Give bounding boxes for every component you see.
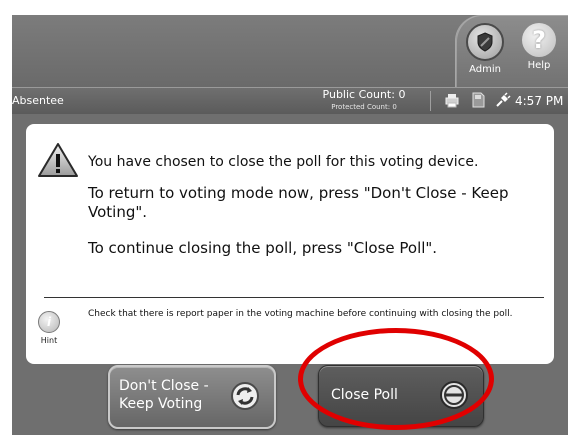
hint-indicator: i Hint (34, 311, 64, 345)
admin-label: Admin (469, 64, 501, 75)
refresh-icon (230, 381, 260, 415)
dialog-divider (44, 297, 544, 298)
clock-time: 4:57 PM (515, 94, 564, 108)
message-return-voting: To return to voting mode now, press "Don… (88, 184, 509, 221)
memory-card-icon (470, 92, 486, 112)
voting-device-screen: Admin ? Help Absentee Public Count: 0 Pr… (12, 15, 568, 435)
dont-close-keep-voting-button[interactable]: Don't Close - Keep Voting (108, 365, 276, 429)
status-bar: Absentee Public Count: 0 Protected Count… (12, 87, 568, 114)
hint-text: Check that there is report paper in the … (88, 309, 513, 319)
help-icon: ? (522, 23, 556, 57)
count-display: Public Count: 0 Protected Count: 0 (308, 89, 420, 113)
top-tab-cluster: Admin ? Help (455, 15, 568, 87)
dont-close-label: Don't Close - Keep Voting (119, 377, 209, 413)
public-count: Public Count: 0 (322, 88, 406, 101)
close-poll-label: Close Poll (331, 387, 398, 403)
printer-icon (444, 92, 460, 112)
top-bar: Admin ? Help (12, 15, 568, 87)
shield-icon (466, 23, 504, 61)
warning-icon (37, 142, 79, 182)
voting-mode-label: Absentee (12, 94, 64, 107)
message-close-poll: You have chosen to close the poll for th… (88, 154, 479, 170)
close-poll-button[interactable]: Close Poll (318, 365, 484, 427)
help-label: Help (527, 60, 551, 71)
dont-close-label-line1: Don't Close - (119, 378, 209, 394)
minus-circle-icon (439, 380, 469, 414)
close-poll-dialog: You have chosen to close the poll for th… (26, 124, 554, 364)
protected-count: Protected Count: 0 (331, 103, 397, 111)
help-button[interactable]: ? Help (512, 21, 566, 83)
help-glyph: ? (532, 26, 546, 54)
status-divider (430, 91, 431, 111)
info-icon: i (38, 311, 60, 333)
hint-label: Hint (40, 336, 58, 345)
dont-close-label-line2: Keep Voting (119, 396, 203, 412)
message-continue-closing: To continue closing the poll, press "Clo… (88, 239, 438, 257)
admin-button[interactable]: Admin (458, 21, 512, 83)
power-plug-icon (495, 92, 511, 112)
